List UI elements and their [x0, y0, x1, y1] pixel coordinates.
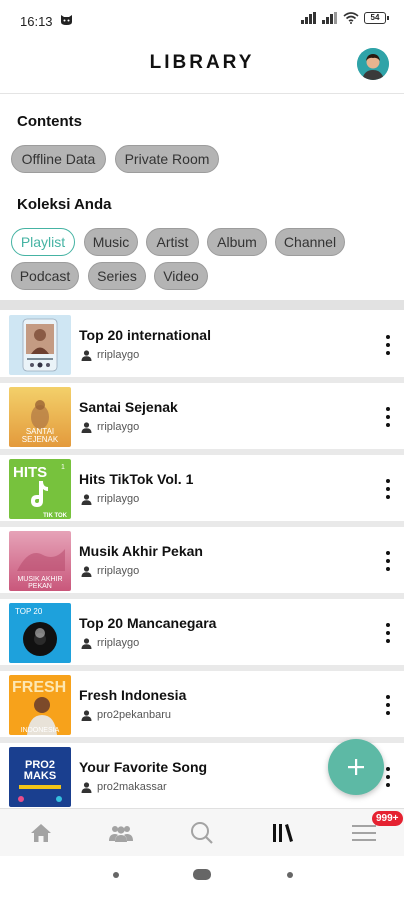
- add-playlist-button[interactable]: [328, 739, 384, 795]
- nav-community[interactable]: [106, 818, 136, 848]
- chip-playlist[interactable]: Playlist: [11, 228, 75, 256]
- nav-library[interactable]: [268, 818, 298, 848]
- app-notification-icon: [61, 15, 72, 25]
- avatar[interactable]: [357, 48, 389, 80]
- menu-icon: [352, 825, 376, 841]
- thumb-text: MAKS: [24, 770, 56, 782]
- system-recents-button[interactable]: [287, 872, 293, 878]
- playlist-title: Musik Akhir Pekan: [79, 543, 203, 559]
- signal-icon: [301, 12, 316, 24]
- thumb-text: MUSIK AKHIR: [17, 576, 62, 583]
- thumb-text: HITS: [13, 464, 47, 481]
- page-title: LIBRARY: [149, 52, 255, 73]
- thumb-text: FRESH: [12, 679, 66, 696]
- home-icon: [31, 824, 51, 842]
- more-options-icon[interactable]: [381, 479, 395, 499]
- chip-offline-data[interactable]: Offline Data: [11, 145, 106, 173]
- thumb-musik-akhir-pekan: MUSIK AKHIR PEKAN: [9, 531, 71, 591]
- bottom-nav: 999+: [0, 808, 404, 856]
- chip-podcast[interactable]: Podcast: [11, 262, 79, 290]
- playlist-row-top-20-international[interactable]: Top 20 international rriplaygo: [0, 311, 404, 377]
- thumb-text: SEJENAK: [22, 435, 59, 444]
- chip-video[interactable]: Video: [154, 262, 208, 290]
- playlist-title: Hits TikTok Vol. 1: [79, 471, 194, 487]
- playlist-owner: rriplaygo: [97, 565, 140, 577]
- playlist-owner: rriplaygo: [97, 349, 140, 361]
- playlist-owner: rriplaygo: [97, 493, 140, 505]
- user-icon: [81, 782, 92, 793]
- system-nav-bar: [0, 856, 404, 900]
- playlist-row-musik-akhir-pekan[interactable]: MUSIK AKHIR PEKAN Musik Akhir Pekan rrip…: [0, 527, 404, 593]
- playlist-title: Santai Sejenak: [79, 399, 178, 415]
- thumb-text: TOP 20: [15, 607, 43, 616]
- thumb-text: PEKAN: [28, 583, 52, 590]
- thumb-your-favorite-song: PRO2 MAKS: [9, 747, 71, 807]
- more-options-icon[interactable]: [381, 335, 395, 355]
- chip-album[interactable]: Album: [207, 228, 267, 256]
- more-options-icon[interactable]: [381, 695, 395, 715]
- playlist-owner: pro2pekanbaru: [97, 709, 172, 721]
- thumb-santai-sejenak: SANTAI SEJENAK: [9, 387, 71, 447]
- chip-private-room[interactable]: Private Room: [115, 145, 219, 173]
- more-options-icon[interactable]: [381, 551, 395, 571]
- signal-2-icon: [322, 12, 337, 24]
- playlist-title: Top 20 Mancanegara: [79, 615, 217, 631]
- chip-series[interactable]: Series: [88, 262, 146, 290]
- header: LIBRARY: [0, 36, 404, 94]
- chip-channel[interactable]: Channel: [275, 228, 345, 256]
- playlist-owner: rriplaygo: [97, 637, 140, 649]
- thumb-text: 1: [61, 464, 65, 471]
- user-icon: [81, 350, 92, 361]
- status-bar: 16:13 54: [0, 0, 404, 36]
- search-icon: [191, 822, 213, 844]
- thumb-text: TIK TOK: [43, 513, 68, 519]
- playlist-title: Fresh Indonesia: [79, 687, 187, 703]
- thumb-top-20-mancanegara: TOP 20: [9, 603, 71, 663]
- community-icon: [109, 826, 133, 842]
- nav-home[interactable]: [26, 818, 56, 848]
- system-back-button[interactable]: [113, 872, 119, 878]
- thumb-top-20-international: [9, 315, 71, 375]
- plus-icon: [348, 759, 364, 775]
- playlist-title: Your Favorite Song: [79, 759, 208, 775]
- playlist-row-fresh-indonesia[interactable]: FRESH INDONESIA Fresh Indonesia pro2peka…: [0, 671, 404, 737]
- chip-artist[interactable]: Artist: [146, 228, 199, 256]
- koleksi-title: Koleksi Anda: [17, 196, 112, 213]
- battery-level: 54: [370, 13, 380, 22]
- playlist-title: Top 20 international: [79, 327, 211, 343]
- section-divider: [0, 300, 404, 310]
- thumb-hits-tiktok: HITS 1 TIK TOK: [9, 459, 71, 519]
- system-home-button[interactable]: [193, 869, 211, 880]
- more-options-icon[interactable]: [381, 623, 395, 643]
- contents-title: Contents: [17, 113, 82, 130]
- status-time: 16:13: [20, 14, 53, 29]
- thumb-text: INDONESIA: [21, 727, 60, 734]
- user-icon: [81, 422, 92, 433]
- thumb-fresh-indonesia: FRESH INDONESIA: [9, 675, 71, 735]
- chip-music[interactable]: Music: [84, 228, 138, 256]
- user-icon: [81, 638, 92, 649]
- wifi-icon: [343, 12, 359, 24]
- user-icon: [81, 710, 92, 721]
- playlist-row-top-20-mancanegara[interactable]: TOP 20 Top 20 Mancanegara rriplaygo: [0, 599, 404, 665]
- playlist-owner: rriplaygo: [97, 421, 140, 433]
- more-options-icon[interactable]: [381, 407, 395, 427]
- avatar-person-icon: [357, 48, 389, 80]
- battery-icon: 54: [364, 12, 389, 24]
- user-icon: [81, 566, 92, 577]
- playlist-row-hits-tiktok[interactable]: HITS 1 TIK TOK Hits TikTok Vol. 1 rripla…: [0, 455, 404, 521]
- notification-badge: 999+: [372, 811, 403, 826]
- user-icon: [81, 494, 92, 505]
- nav-search[interactable]: [187, 818, 217, 848]
- playlist-owner: pro2makassar: [97, 781, 167, 793]
- playlist-row-santai-sejenak[interactable]: SANTAI SEJENAK Santai Sejenak rriplaygo: [0, 383, 404, 449]
- library-icon: [273, 824, 293, 842]
